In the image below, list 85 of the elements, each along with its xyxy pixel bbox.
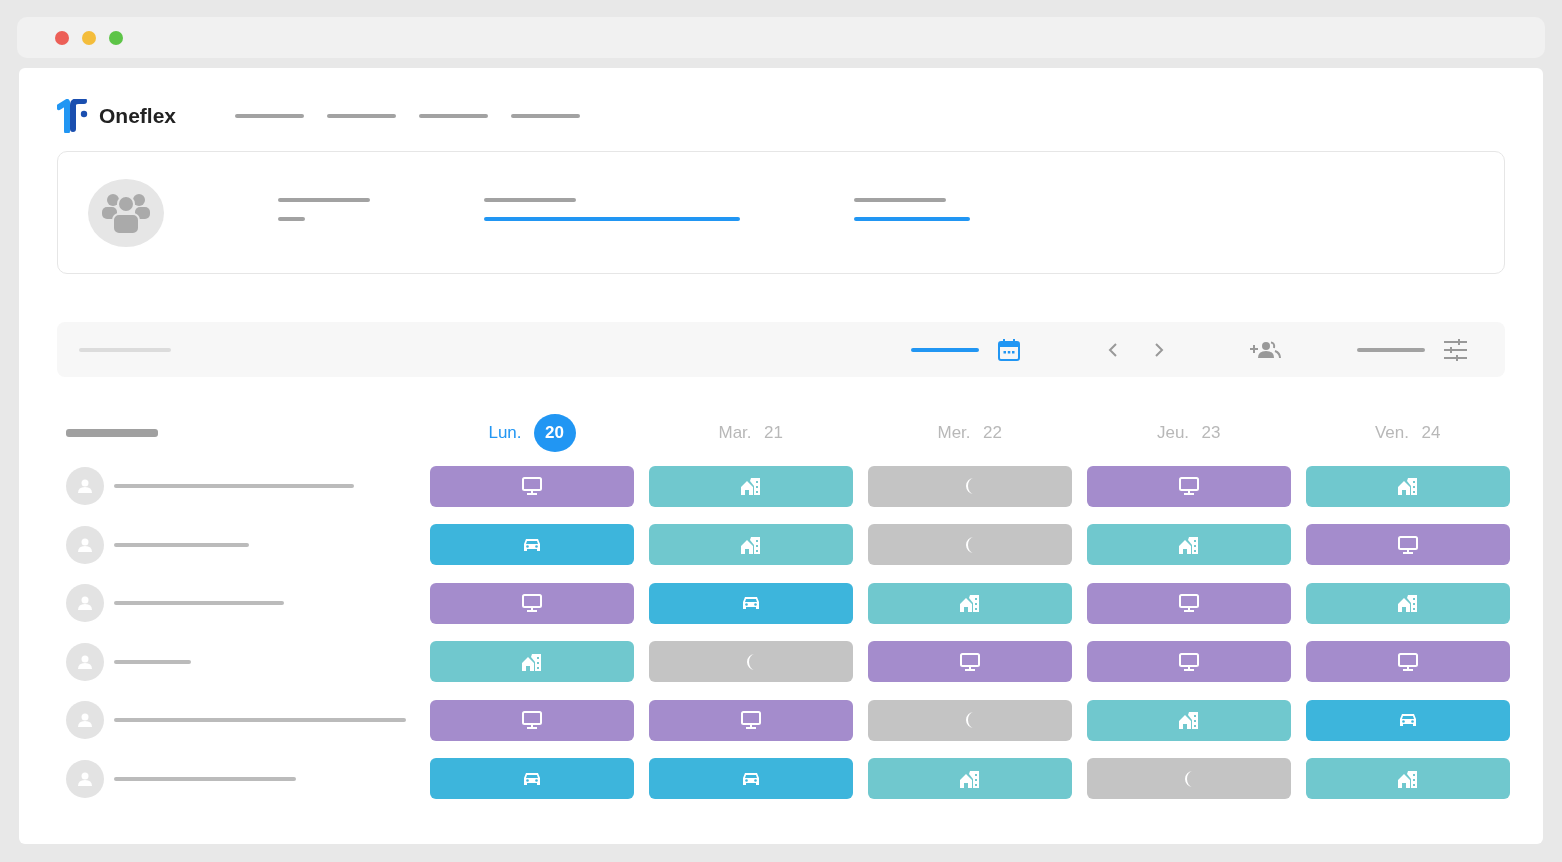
schedule-cell[interactable] (430, 699, 634, 741)
building-icon (1398, 769, 1418, 788)
nav-link-placeholder[interactable] (235, 114, 304, 118)
schedule-cell[interactable] (868, 641, 1072, 682)
monitor-icon (1397, 651, 1419, 672)
schedule-cell[interactable] (1306, 641, 1510, 682)
day-header[interactable]: Mar. 21 (649, 414, 853, 452)
chevron-left-icon[interactable] (1107, 341, 1119, 358)
avatar-icon (66, 525, 104, 564)
schedule-cell[interactable] (1087, 758, 1291, 799)
building-icon (741, 535, 761, 554)
schedule-cell[interactable] (649, 641, 853, 682)
building-icon (960, 594, 980, 612)
avatar-icon (66, 759, 104, 798)
schedule-cell[interactable] (430, 641, 634, 682)
day-header[interactable]: Ven. 24 (1306, 414, 1510, 452)
day-header[interactable]: Mer. 22 (868, 414, 1072, 452)
monitor-icon (1178, 651, 1200, 672)
date-placeholder (911, 347, 979, 352)
add-people-icon[interactable] (1249, 340, 1281, 359)
day-header[interactable]: Lun. 20 (430, 414, 634, 452)
car-icon (522, 536, 542, 553)
schedule-cell[interactable] (1087, 641, 1291, 682)
monitor-icon (1178, 593, 1200, 613)
schedule-cell[interactable] (1087, 524, 1291, 565)
schedule-cell[interactable] (1087, 699, 1291, 741)
building-icon (1398, 594, 1418, 612)
schedule-cell[interactable] (1306, 465, 1510, 507)
schedule-cell[interactable] (1306, 758, 1510, 799)
schedule-cell[interactable] (868, 582, 1072, 624)
group-icon (102, 191, 150, 234)
car-icon (741, 595, 761, 611)
close-dot-icon[interactable] (55, 30, 69, 45)
monitor-icon (521, 710, 543, 730)
schedule-cell[interactable] (1306, 582, 1510, 624)
schedule-cell[interactable] (868, 524, 1072, 565)
schedule-cell[interactable] (430, 758, 634, 799)
schedule-cell[interactable] (430, 465, 634, 507)
text-placeholder (278, 217, 305, 221)
car-icon (522, 770, 542, 787)
sliders-icon[interactable] (1443, 338, 1467, 361)
schedule-cell[interactable] (868, 465, 1072, 507)
search-placeholder[interactable] (79, 347, 171, 352)
nav-link-placeholder[interactable] (327, 114, 396, 118)
schedule-cell[interactable] (1306, 699, 1510, 741)
building-icon (522, 652, 542, 671)
building-icon (741, 477, 761, 495)
car-icon (741, 770, 761, 787)
monitor-icon (959, 651, 981, 672)
avatar-icon (66, 701, 104, 739)
schedule-cell[interactable] (868, 699, 1072, 741)
chevron-right-icon[interactable] (1153, 341, 1165, 358)
calendar-icon[interactable] (997, 337, 1021, 362)
monitor-icon (521, 476, 543, 496)
schedule-cell[interactable] (430, 524, 634, 565)
monitor-icon (1397, 534, 1419, 555)
schedule-cell[interactable] (868, 758, 1072, 799)
nav-link-placeholder[interactable] (511, 114, 580, 118)
building-icon (1179, 535, 1199, 554)
schedule-cell[interactable] (649, 524, 853, 565)
schedule-cell[interactable] (430, 582, 634, 624)
avatar-icon (66, 642, 104, 681)
schedule-cell[interactable] (1306, 524, 1510, 565)
building-icon (1398, 477, 1418, 495)
avatar-icon (66, 467, 104, 505)
car-icon (1398, 712, 1418, 728)
schedule-cell[interactable] (649, 758, 853, 799)
schedule-cell[interactable] (649, 582, 853, 624)
brand-name: Oneflex (99, 104, 177, 128)
schedule-cell[interactable] (649, 699, 853, 741)
logo-icon (57, 99, 89, 133)
schedule-cell[interactable] (649, 465, 853, 507)
monitor-icon (521, 593, 543, 613)
building-icon (1179, 711, 1199, 729)
maximize-dot-icon[interactable] (109, 30, 123, 45)
building-icon (960, 769, 980, 788)
monitor-icon (1178, 476, 1200, 496)
schedule-cell[interactable] (1087, 582, 1291, 624)
schedule-cell[interactable] (1087, 465, 1291, 507)
avatar-icon (66, 584, 104, 622)
filter-placeholder (1357, 347, 1425, 352)
nav-link-placeholder[interactable] (419, 114, 488, 118)
monitor-icon (740, 710, 762, 730)
day-header[interactable]: Jeu. 23 (1087, 414, 1291, 452)
minimize-dot-icon[interactable] (82, 30, 96, 45)
